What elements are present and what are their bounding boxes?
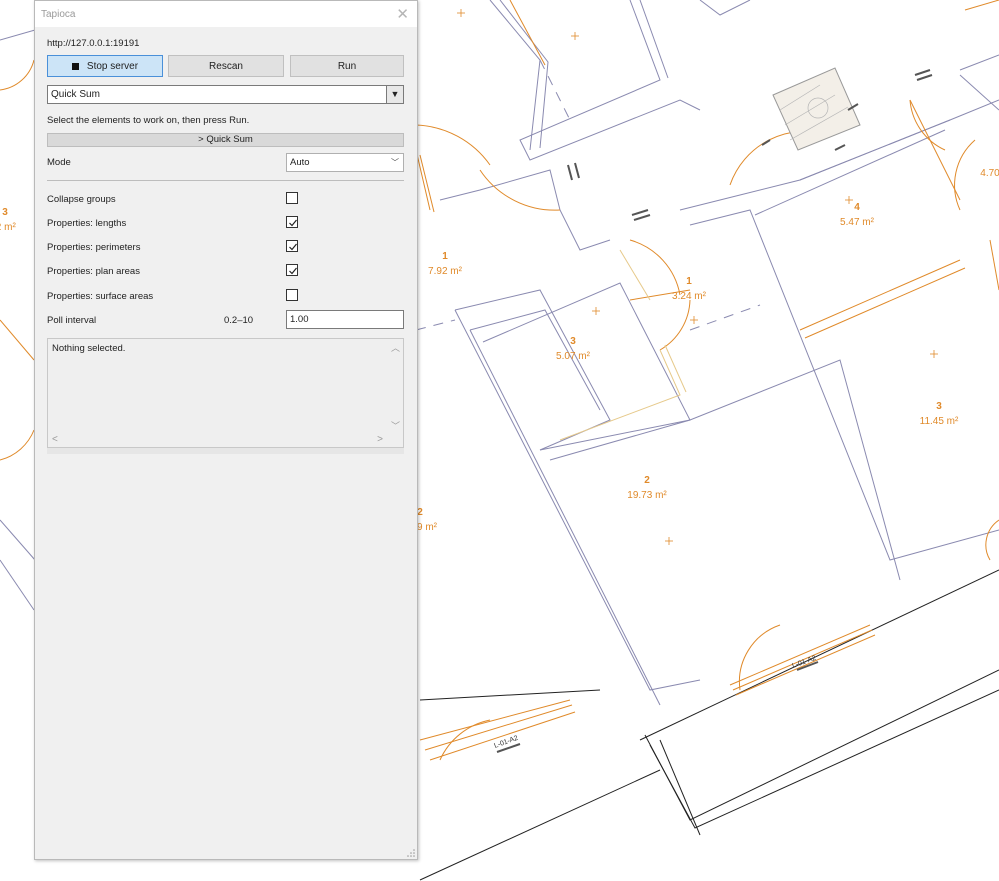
instruction-text: Select the elements to work on, then pre… xyxy=(47,115,250,126)
title-bar: Tapioca ✕ xyxy=(35,1,417,27)
option-label: Properties: plan areas xyxy=(47,266,140,277)
run-label: Run xyxy=(337,60,357,72)
room-area: 5.07 m² xyxy=(556,351,591,362)
room-area: 11.45 m² xyxy=(920,416,959,427)
poll-interval-label: Poll interval xyxy=(47,315,97,326)
lengths-checkbox[interactable] xyxy=(286,216,298,228)
server-url: http://127.0.0.1:19191 xyxy=(47,38,140,49)
check-icon xyxy=(289,267,297,275)
panel-title: Tapioca xyxy=(41,9,76,20)
room-number: 2 xyxy=(417,507,423,518)
stop-icon xyxy=(71,62,79,70)
close-icon[interactable]: ✕ xyxy=(396,5,409,23)
tapioca-panel: Tapioca ✕ http://127.0.0.1:19191 Stop se… xyxy=(34,0,418,860)
stop-server-button[interactable]: Stop server xyxy=(47,55,163,77)
output-text: Nothing selected. xyxy=(52,343,126,354)
surface-areas-checkbox[interactable] xyxy=(286,289,298,301)
command-combo[interactable]: Quick Sum xyxy=(47,85,404,104)
rescan-label: Rescan xyxy=(209,60,243,72)
option-label: Collapse groups xyxy=(47,194,116,205)
scroll-left-icon[interactable]: < xyxy=(52,434,58,445)
option-label: Properties: perimeters xyxy=(47,242,141,253)
run-button[interactable]: Run xyxy=(290,55,404,77)
door-tag: L-01-A2 xyxy=(493,735,519,750)
check-icon xyxy=(289,219,297,227)
room-number: 3 xyxy=(570,336,576,347)
collapse-groups-checkbox[interactable] xyxy=(286,192,298,204)
mode-label: Mode xyxy=(47,157,71,168)
room-area: 42 m² xyxy=(0,222,16,233)
room-number: 4 xyxy=(854,202,860,213)
scroll-right-icon[interactable]: > xyxy=(377,434,383,445)
room-number: 1 xyxy=(686,276,692,287)
check-icon xyxy=(289,243,297,251)
output-textbox[interactable]: Nothing selected. ︿ ﹀ < > xyxy=(47,338,404,448)
poll-interval-input[interactable]: 1.00 xyxy=(286,310,404,329)
dropdown-arrow-icon[interactable]: ▼ xyxy=(386,85,404,104)
room-area: 9 m² xyxy=(417,522,438,533)
mode-value: Auto xyxy=(290,157,310,168)
room-number: 2 xyxy=(644,475,650,486)
resize-grip-icon[interactable] xyxy=(407,849,415,857)
plan-areas-checkbox[interactable] xyxy=(286,264,298,276)
rescan-button[interactable]: Rescan xyxy=(168,55,284,77)
room-area: 4.70 xyxy=(980,168,999,179)
scroll-up-icon[interactable]: ︿ xyxy=(391,341,400,354)
room-area: 3.24 m² xyxy=(672,291,707,302)
stop-server-label: Stop server xyxy=(86,60,139,72)
poll-interval-range: 0.2–10 xyxy=(224,315,254,326)
perimeters-checkbox[interactable] xyxy=(286,240,298,252)
room-area: 19.73 m² xyxy=(627,490,667,501)
room-area: 7.92 m² xyxy=(428,266,463,277)
divider xyxy=(47,180,404,181)
quick-sum-section-header[interactable]: > Quick Sum xyxy=(47,133,404,147)
output-footer xyxy=(47,448,404,454)
scroll-down-icon[interactable]: ﹀ xyxy=(391,419,400,432)
option-label: Properties: surface areas xyxy=(47,291,154,302)
room-number: 3 xyxy=(936,401,942,412)
mode-select[interactable]: Auto ﹀ xyxy=(286,153,404,172)
room-number: 3 xyxy=(2,207,8,218)
room-number: 1 xyxy=(442,251,448,262)
room-area: 5.47 m² xyxy=(840,217,875,228)
chevron-down-icon: ﹀ xyxy=(391,158,399,167)
option-label: Properties: lengths xyxy=(47,218,127,229)
